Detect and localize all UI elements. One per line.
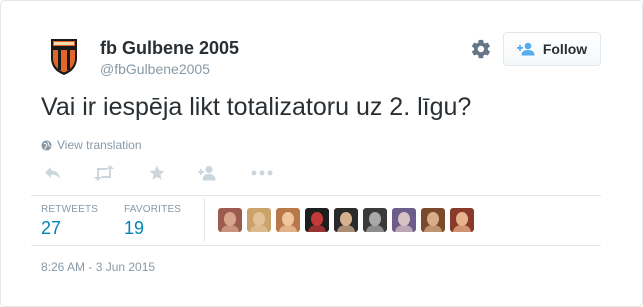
retweets-label: RETWEETS <box>41 204 99 215</box>
view-translation-link[interactable]: View translation <box>41 138 142 152</box>
more-icon[interactable] <box>250 162 274 184</box>
follow-icon[interactable] <box>196 162 220 184</box>
follow-button[interactable]: Follow <box>503 32 601 66</box>
reply-icon[interactable] <box>41 162 65 184</box>
avatar[interactable] <box>41 33 87 79</box>
follow-button-label: Follow <box>542 41 588 57</box>
user-handle[interactable]: @fbGulbene2005 <box>100 61 210 77</box>
display-name[interactable]: fb Gulbene 2005 <box>100 38 239 59</box>
club-crest-icon <box>51 39 77 75</box>
divider <box>31 245 601 246</box>
favorites-label: FAVORITES <box>124 204 182 215</box>
retweets-count[interactable]: 27 <box>41 218 61 239</box>
favoriter-avatar[interactable] <box>450 208 474 232</box>
gear-icon[interactable] <box>470 38 492 60</box>
favoriter-avatar[interactable] <box>218 208 242 232</box>
retweet-icon[interactable] <box>92 162 116 184</box>
favoriter-avatar[interactable] <box>421 208 445 232</box>
favoriter-avatar[interactable] <box>334 208 358 232</box>
add-user-icon <box>516 42 535 56</box>
view-translation-label: View translation <box>57 138 142 152</box>
tweet-text: Vai ir iespēja likt totalizatoru uz 2. l… <box>41 93 472 121</box>
favoriter-avatar[interactable] <box>305 208 329 232</box>
stats-divider <box>204 198 205 242</box>
favorite-icon[interactable] <box>145 162 169 184</box>
tweet-card: fb Gulbene 2005 @fbGulbene2005 Follow Va… <box>0 0 643 307</box>
favoriter-avatar[interactable] <box>247 208 271 232</box>
favoriter-avatar[interactable] <box>392 208 416 232</box>
favorites-count[interactable]: 19 <box>124 218 144 239</box>
divider <box>31 195 601 196</box>
tweet-timestamp[interactable]: 8:26 AM - 3 Jun 2015 <box>41 260 155 274</box>
globe-icon <box>41 139 52 151</box>
favoriter-avatar[interactable] <box>363 208 387 232</box>
favoriter-avatar[interactable] <box>276 208 300 232</box>
